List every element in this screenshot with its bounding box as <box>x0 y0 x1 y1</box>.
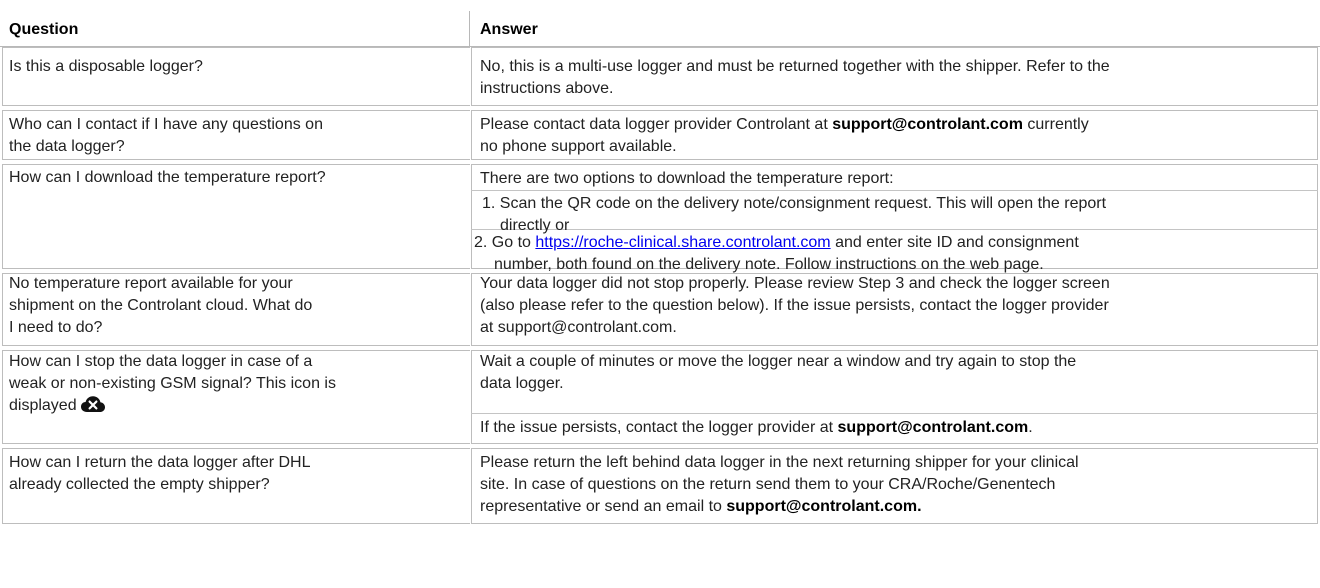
column-header-question: Question <box>9 21 79 38</box>
question-text: How can I return the data logger after D… <box>9 454 311 493</box>
question-text: How can I stop the data logger in case o… <box>9 351 449 420</box>
answer-option-1: 1. Scan the QR code on the delivery note… <box>482 195 1107 234</box>
answer-text: Your data logger did not stop properly. … <box>480 275 1110 336</box>
answer-followup: If the issue persists, contact the logge… <box>480 419 1033 436</box>
support-email: support@controlant.com <box>832 116 1023 133</box>
answer-option-2: 2. Go to https://roche-clinical.share.co… <box>474 234 1079 273</box>
answer-subrule <box>471 413 1318 414</box>
question-text: How can I download the temperature repor… <box>9 169 326 186</box>
temperature-report-link[interactable]: https://roche-clinical.share.controlant.… <box>535 234 830 251</box>
cloud-x-icon <box>80 396 105 420</box>
header-divider <box>469 11 470 47</box>
answer-text: Please return the left behind data logge… <box>480 454 1079 515</box>
question-text: Who can I contact if I have any question… <box>9 116 323 155</box>
support-email: support@controlant.com <box>837 419 1029 436</box>
answer-intro: There are two options to download the te… <box>480 170 894 187</box>
answer-text: Please contact data logger provider Cont… <box>480 116 1089 155</box>
answer-subrule <box>471 190 1318 191</box>
question-text: No temperature report available for your… <box>9 275 313 336</box>
column-header-answer: Answer <box>480 21 538 38</box>
support-email: support@controlant.com. <box>726 498 922 515</box>
answer-text: No, this is a multi-use logger and must … <box>480 58 1110 97</box>
answer-text: Wait a couple of minutes or move the log… <box>480 353 1077 392</box>
question-text: Is this a disposable logger? <box>9 58 203 75</box>
